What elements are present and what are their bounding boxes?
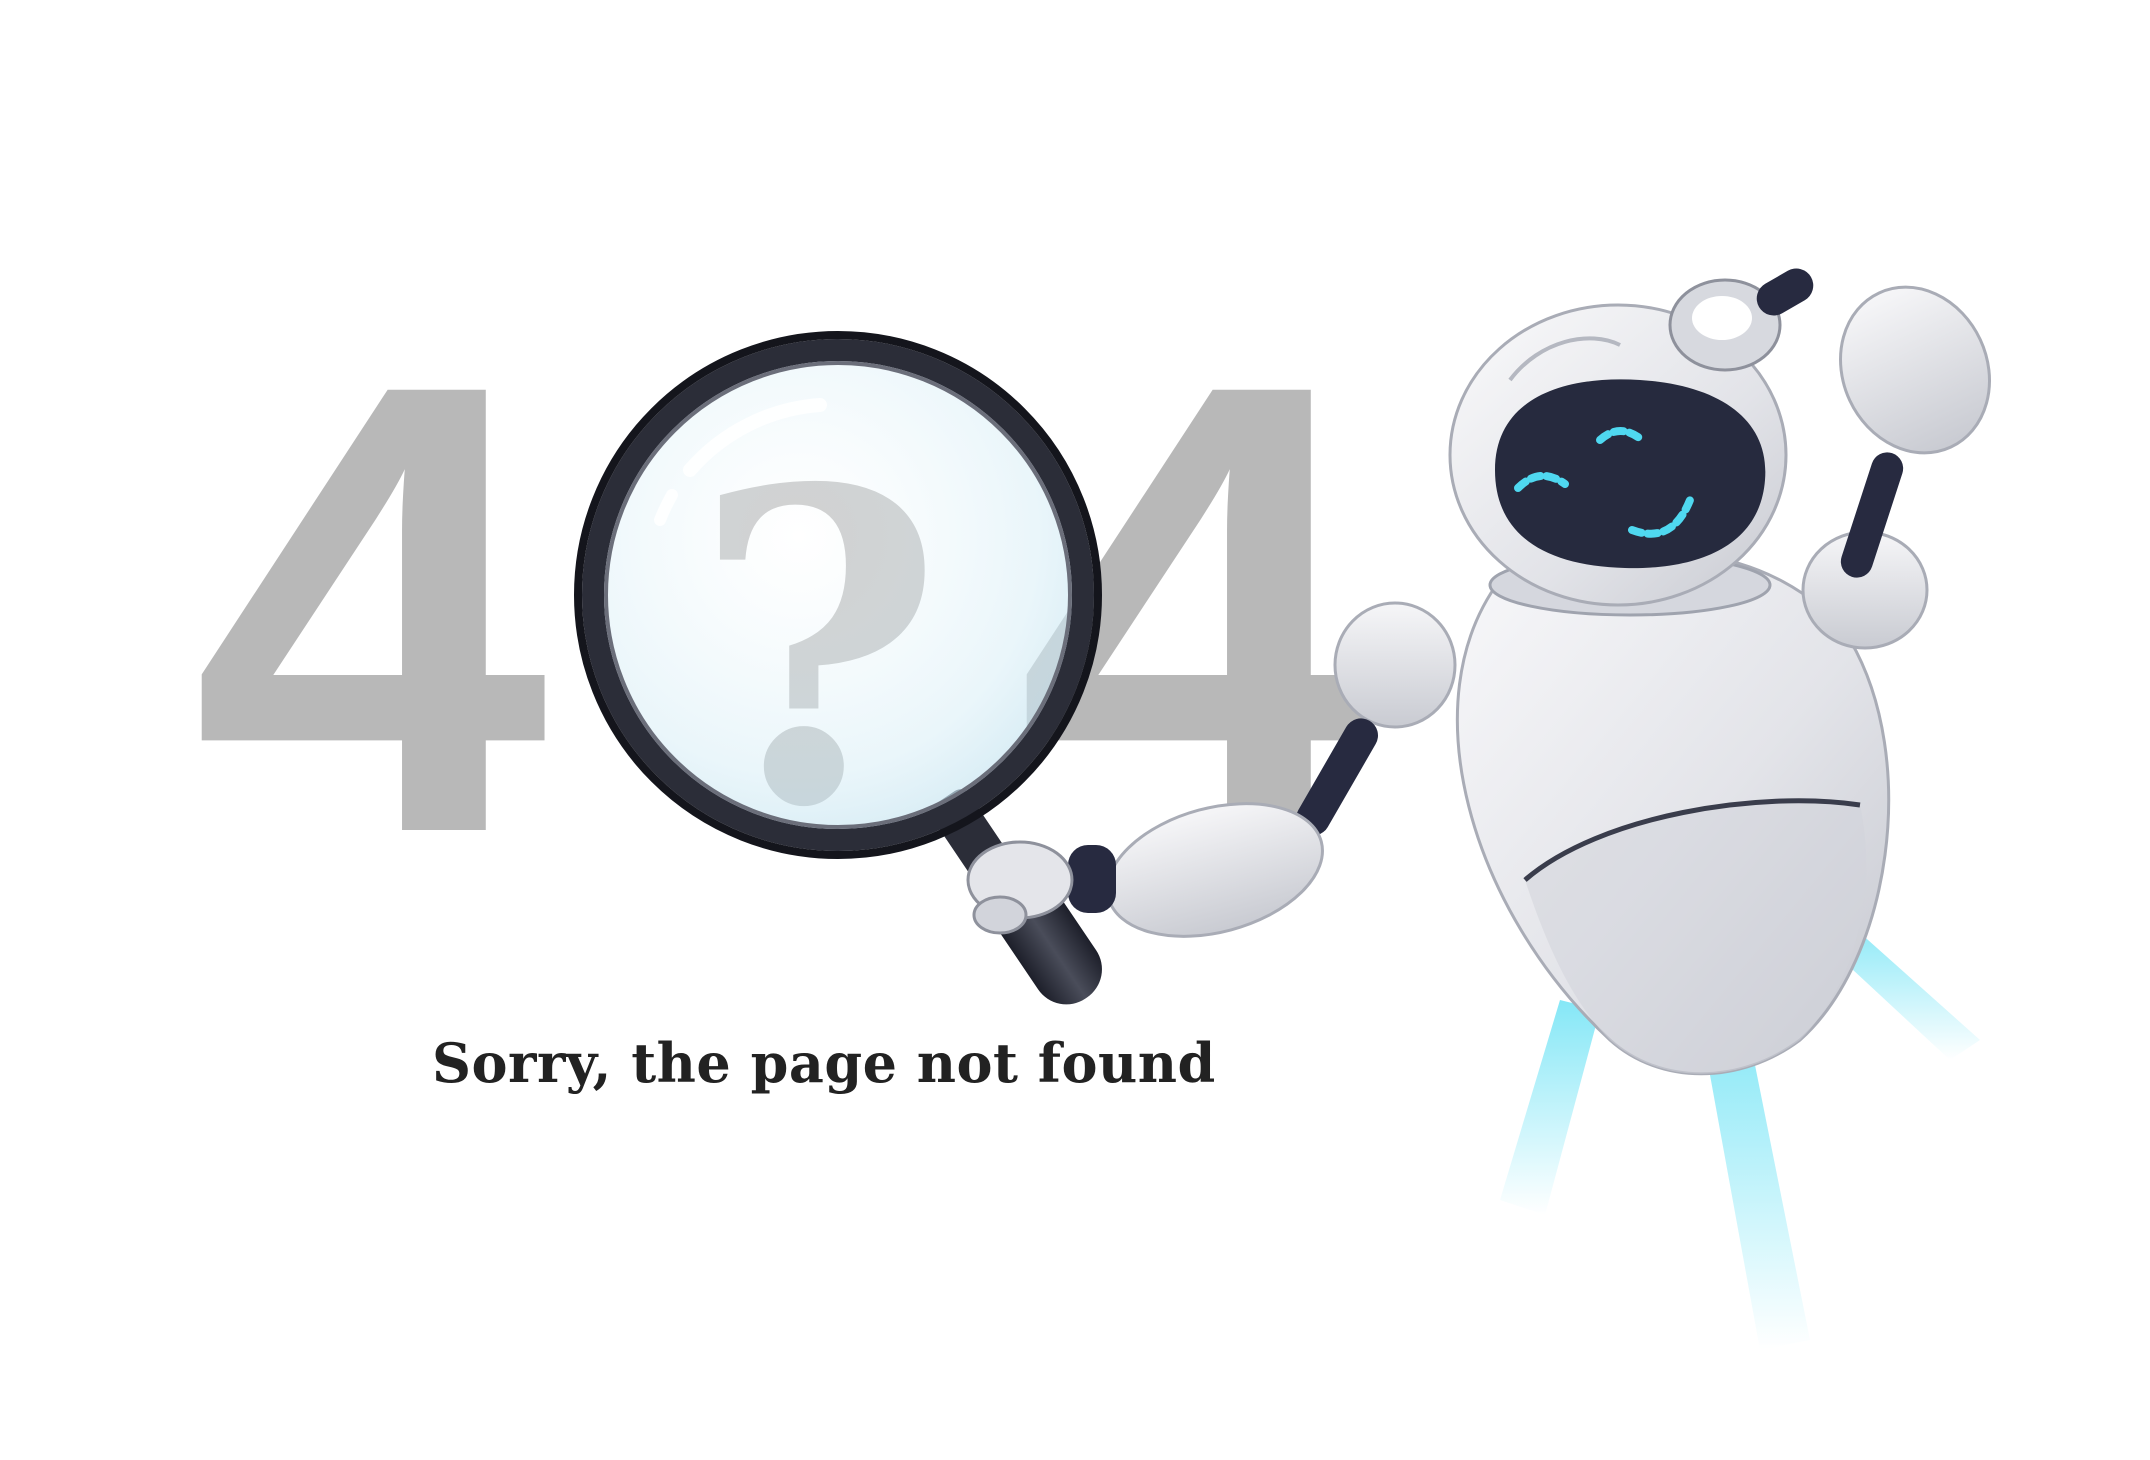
error-404-page: 4 4 ? <box>0 0 2150 1460</box>
magnifying-glass-icon <box>574 331 1102 859</box>
digit-four-left: 4 <box>192 251 552 966</box>
error-message: Sorry, the page not found <box>432 1031 1216 1095</box>
error-illustration: 4 4 ? <box>192 251 1991 1350</box>
